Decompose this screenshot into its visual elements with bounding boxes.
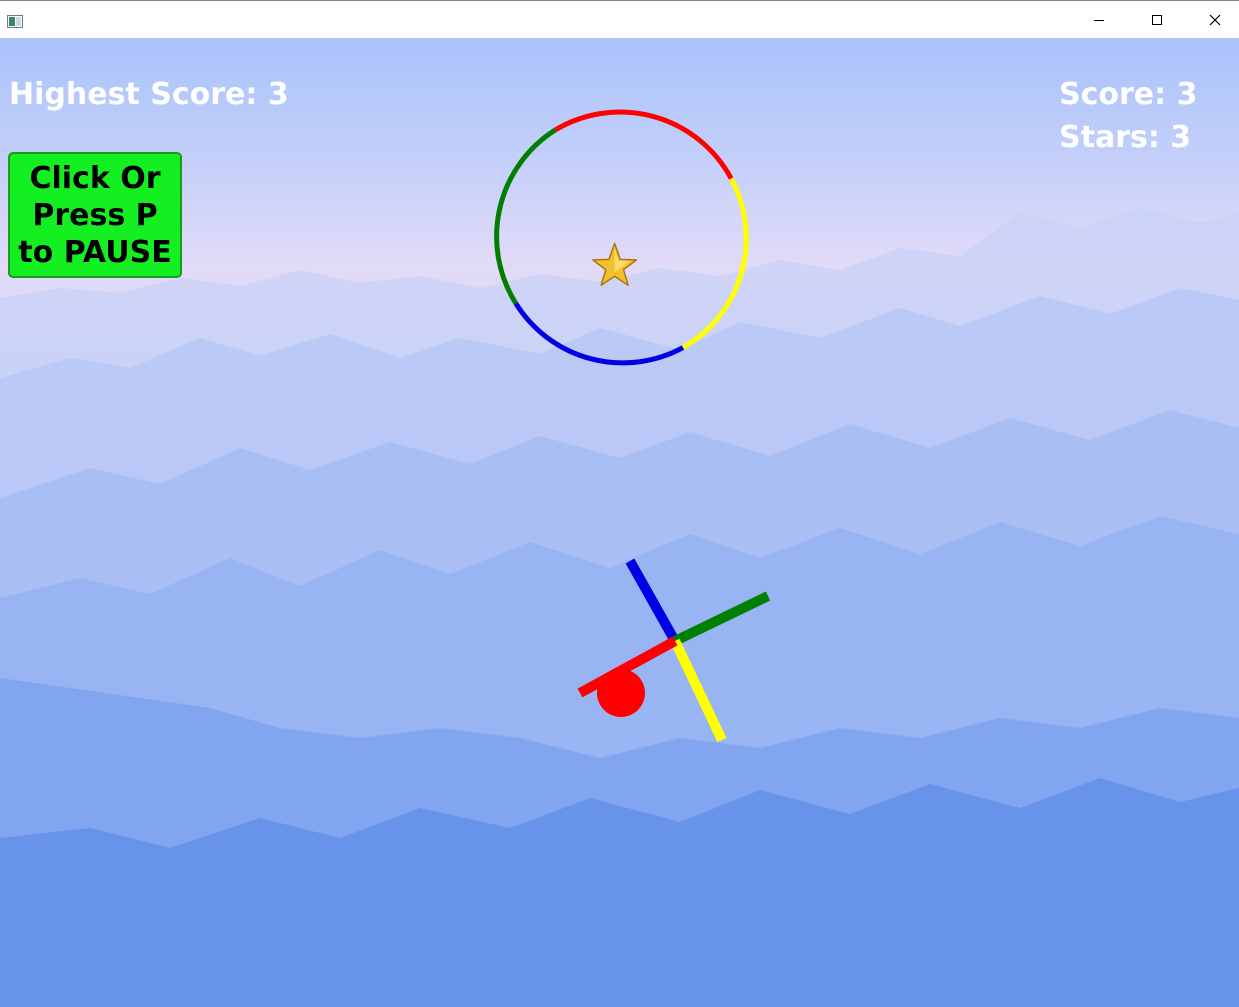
player-ball (597, 669, 645, 717)
stars-label: Stars: 3 (1059, 120, 1192, 155)
game-scene (494, 109, 771, 743)
ring-segment-red (553, 109, 734, 180)
game-canvas[interactable]: Highest Score: 3 Score: 3 Stars: 3 Click… (0, 38, 1239, 1007)
title-bar (0, 0, 1239, 38)
maximize-button[interactable] (1128, 2, 1186, 38)
close-icon (1209, 14, 1221, 26)
ring-segment-blue (513, 301, 685, 366)
pause-button[interactable]: Click Or Press P to PAUSE (8, 152, 182, 278)
minimize-icon (1094, 20, 1104, 21)
game-window: Highest Score: 3 Score: 3 Stars: 3 Click… (0, 0, 1239, 1007)
star-icon (592, 242, 638, 286)
cross-arm-yellow (670, 638, 727, 743)
score-label: Score: 3 (1059, 77, 1198, 112)
ring-segment-yellow (681, 177, 749, 350)
highest-score-label: Highest Score: 3 (9, 77, 289, 112)
ring-segment-green (494, 127, 557, 305)
close-button[interactable] (1186, 2, 1239, 38)
pause-button-label: Click Or Press P to PAUSE (18, 160, 172, 270)
ring-obstacle (494, 109, 749, 366)
cross-arm-green (672, 591, 771, 646)
cross-arm-blue (625, 558, 680, 644)
app-window-icon (7, 13, 23, 28)
maximize-icon (1152, 15, 1162, 25)
minimize-button[interactable] (1070, 2, 1128, 38)
